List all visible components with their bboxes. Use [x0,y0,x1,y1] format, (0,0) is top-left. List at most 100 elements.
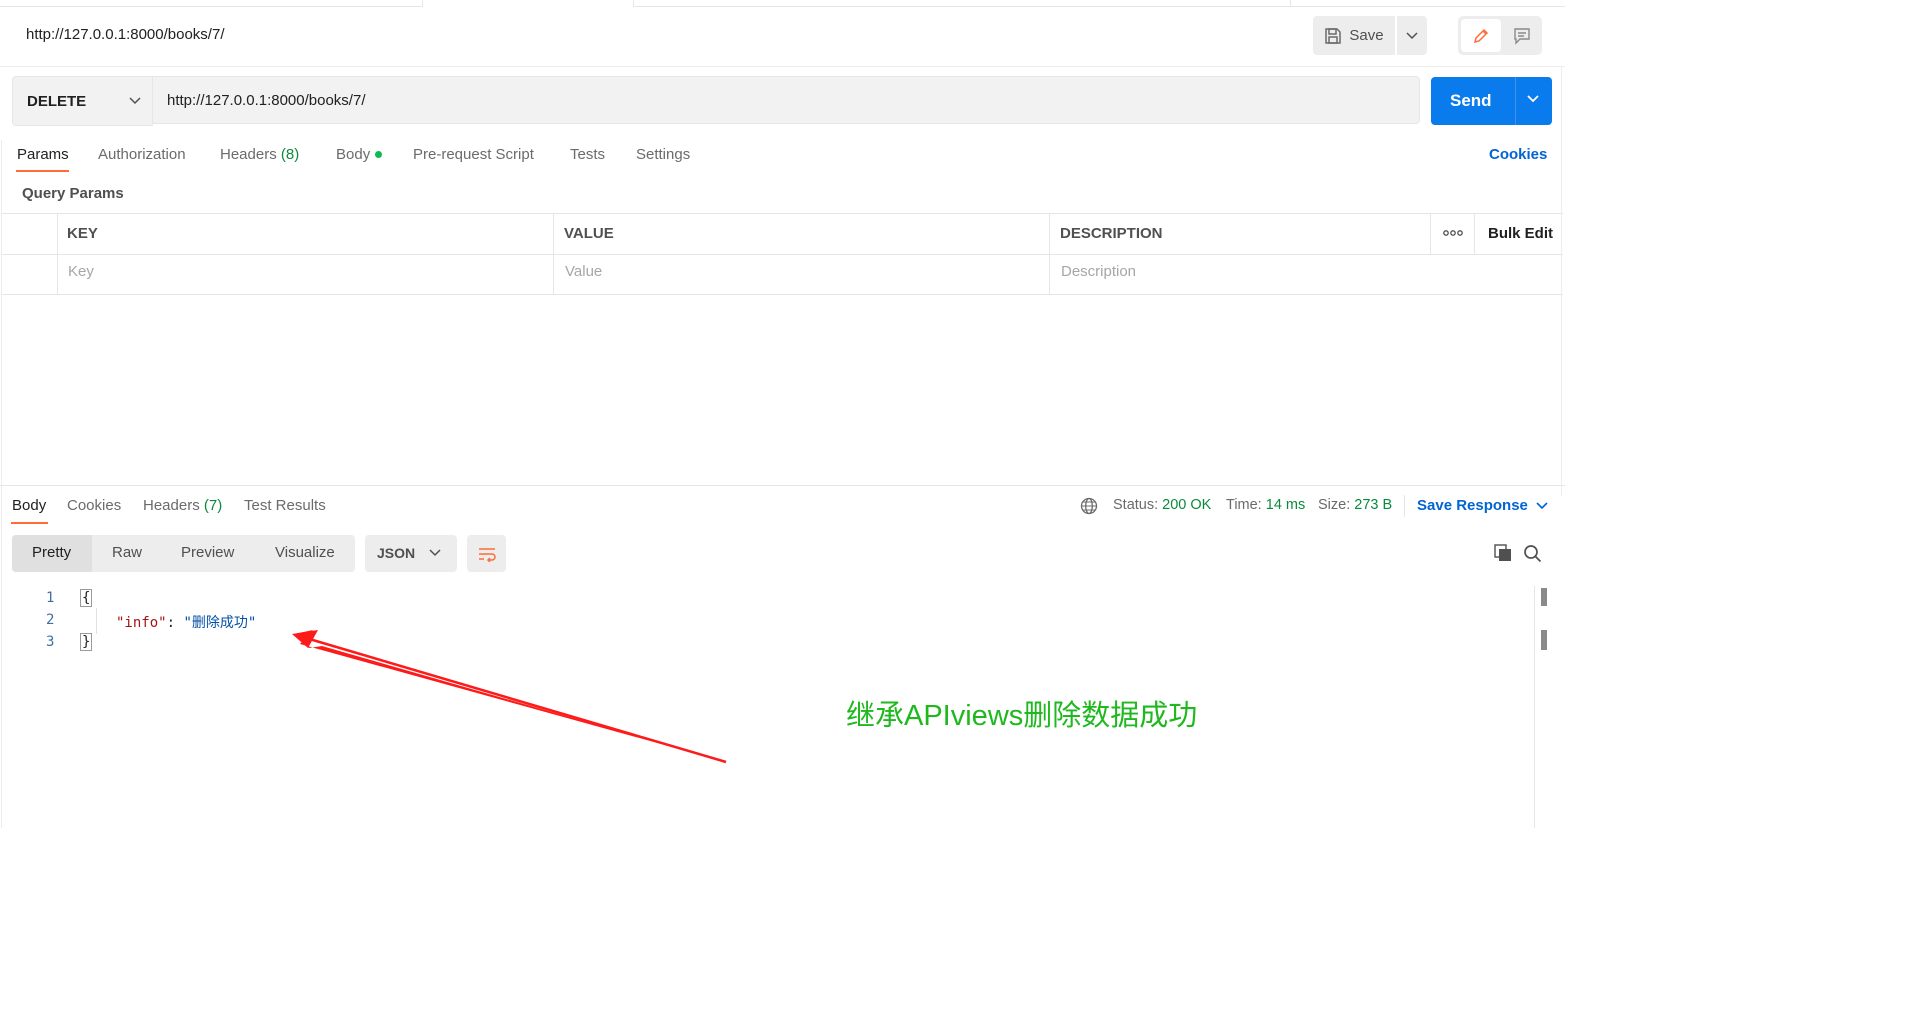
size-readout[interactable]: Size: 273 B [1318,497,1392,513]
comment-icon [1513,27,1530,45]
response-tab-headers[interactable]: Headers (7) [143,497,222,514]
send-divider [1515,77,1516,125]
column-divider [57,214,58,294]
view-pretty[interactable]: Pretty [32,544,71,561]
json-key: "info" [116,615,167,631]
response-tab-headers-count: (7) [203,497,223,514]
url-text: http://127.0.0.1:8000/books/7/ [167,91,366,109]
time-readout[interactable]: Time: 14 ms [1226,497,1305,513]
more-horizontal-icon[interactable] [1443,226,1463,240]
key-input[interactable]: Key [68,263,94,280]
comment-mode-button[interactable] [1503,19,1540,52]
column-header-key: KEY [67,225,98,242]
column-divider [1474,214,1475,254]
size-value: 273 B [1354,497,1393,513]
scrollbar-track[interactable] [1534,586,1535,828]
json-open-brace: { [80,589,93,607]
tab-params[interactable]: Params [17,146,69,163]
tab-headers-count: (8) [280,146,300,163]
status-separator [1404,495,1405,517]
active-tab-indicator [16,170,69,172]
json-value: "删除成功" [183,615,257,631]
active-tab-indicator [11,522,48,524]
column-header-value: VALUE [564,225,614,242]
query-params-table: KEY VALUE DESCRIPTION Bulk Edit Key Valu… [2,213,1563,295]
line-number: 2 [46,612,55,628]
save-label: Save [1349,27,1384,44]
save-options-button[interactable] [1397,16,1427,55]
description-input[interactable]: Description [1061,263,1136,280]
wrap-lines-icon [478,547,496,562]
tab-headers-label: Headers [220,146,277,163]
format-select[interactable]: JSON [365,535,457,572]
method-label: DELETE [27,92,87,110]
value-input[interactable]: Value [565,263,602,280]
pencil-icon [1473,28,1489,43]
bulk-edit-button[interactable]: Bulk Edit [1488,225,1553,242]
view-visualize[interactable]: Visualize [275,544,335,561]
time-label: Time: [1226,497,1262,513]
scrollbar-marker[interactable] [1541,630,1547,650]
body-view-selector: Pretty Raw Preview Visualize [12,535,355,572]
wrap-lines-button[interactable] [467,535,506,572]
tab-settings[interactable]: Settings [636,146,690,163]
format-label: JSON [377,545,416,561]
chevron-down-icon [1406,31,1418,39]
send-label: Send [1450,91,1492,110]
column-divider [553,214,554,294]
request-title[interactable]: http://127.0.0.1:8000/books/7/ [26,26,225,43]
annotation-text: 继承APIviews删除数据成功 [846,700,1198,732]
edit-mode-button[interactable] [1461,19,1501,52]
response-tab-headers-label: Headers [143,497,200,514]
size-label: Size: [1318,497,1351,513]
send-button[interactable]: Send [1431,77,1552,125]
search-icon[interactable] [1523,544,1542,563]
copy-icon[interactable] [1494,544,1512,562]
indent-guide [96,608,97,634]
json-close-brace: } [80,633,93,651]
view-raw[interactable]: Raw [112,544,142,561]
column-header-description: DESCRIPTION [1060,225,1163,242]
chevron-down-icon [129,97,141,105]
response-divider[interactable] [0,485,1565,486]
time-value: 14 ms [1265,497,1306,513]
pane-border [1,140,2,828]
tab-body-label: Body [336,146,371,163]
active-request-tab[interactable] [422,0,634,7]
column-divider [1430,214,1431,254]
response-tab-body[interactable]: Body [12,497,46,514]
tab-strip-border [0,6,1565,7]
save-button[interactable]: Save [1313,16,1395,55]
save-response-button[interactable]: Save Response [1417,497,1548,514]
tab-tests[interactable]: Tests [570,146,605,163]
line-number: 1 [46,590,55,606]
response-tab-test-results[interactable]: Test Results [244,497,326,514]
tab-body[interactable]: Body [336,146,383,163]
chevron-down-icon[interactable] [1526,94,1540,104]
annotation-arrow [292,630,727,764]
status-value: 200 OK [1162,497,1212,513]
scrollbar-marker[interactable] [1541,588,1547,606]
query-params-title: Query Params [22,185,124,202]
cookies-link[interactable]: Cookies [1489,146,1547,163]
pane-border [1561,66,1562,496]
table-row-divider [2,254,1563,255]
status-label: Status: [1113,497,1159,513]
tab-prerequest-script[interactable]: Pre-request Script [413,146,534,163]
header-divider [0,66,1565,67]
response-tab-cookies[interactable]: Cookies [67,497,121,514]
tab-authorization[interactable]: Authorization [98,146,186,163]
chevron-down-icon [429,549,441,557]
body-indicator-dot [375,150,383,158]
save-response-label: Save Response [1417,497,1528,514]
tab-separator [1290,0,1291,7]
json-line: "info": "删除成功" [116,612,256,632]
view-preview[interactable]: Preview [181,544,234,561]
tab-headers[interactable]: Headers (8) [220,146,299,163]
json-colon: : [166,615,184,631]
method-select[interactable]: DELETE [12,76,153,126]
save-icon [1324,27,1342,45]
url-input[interactable]: http://127.0.0.1:8000/books/7/ [152,76,1420,124]
globe-icon[interactable] [1080,497,1098,515]
status-readout[interactable]: Status: 200 OK [1113,497,1211,513]
